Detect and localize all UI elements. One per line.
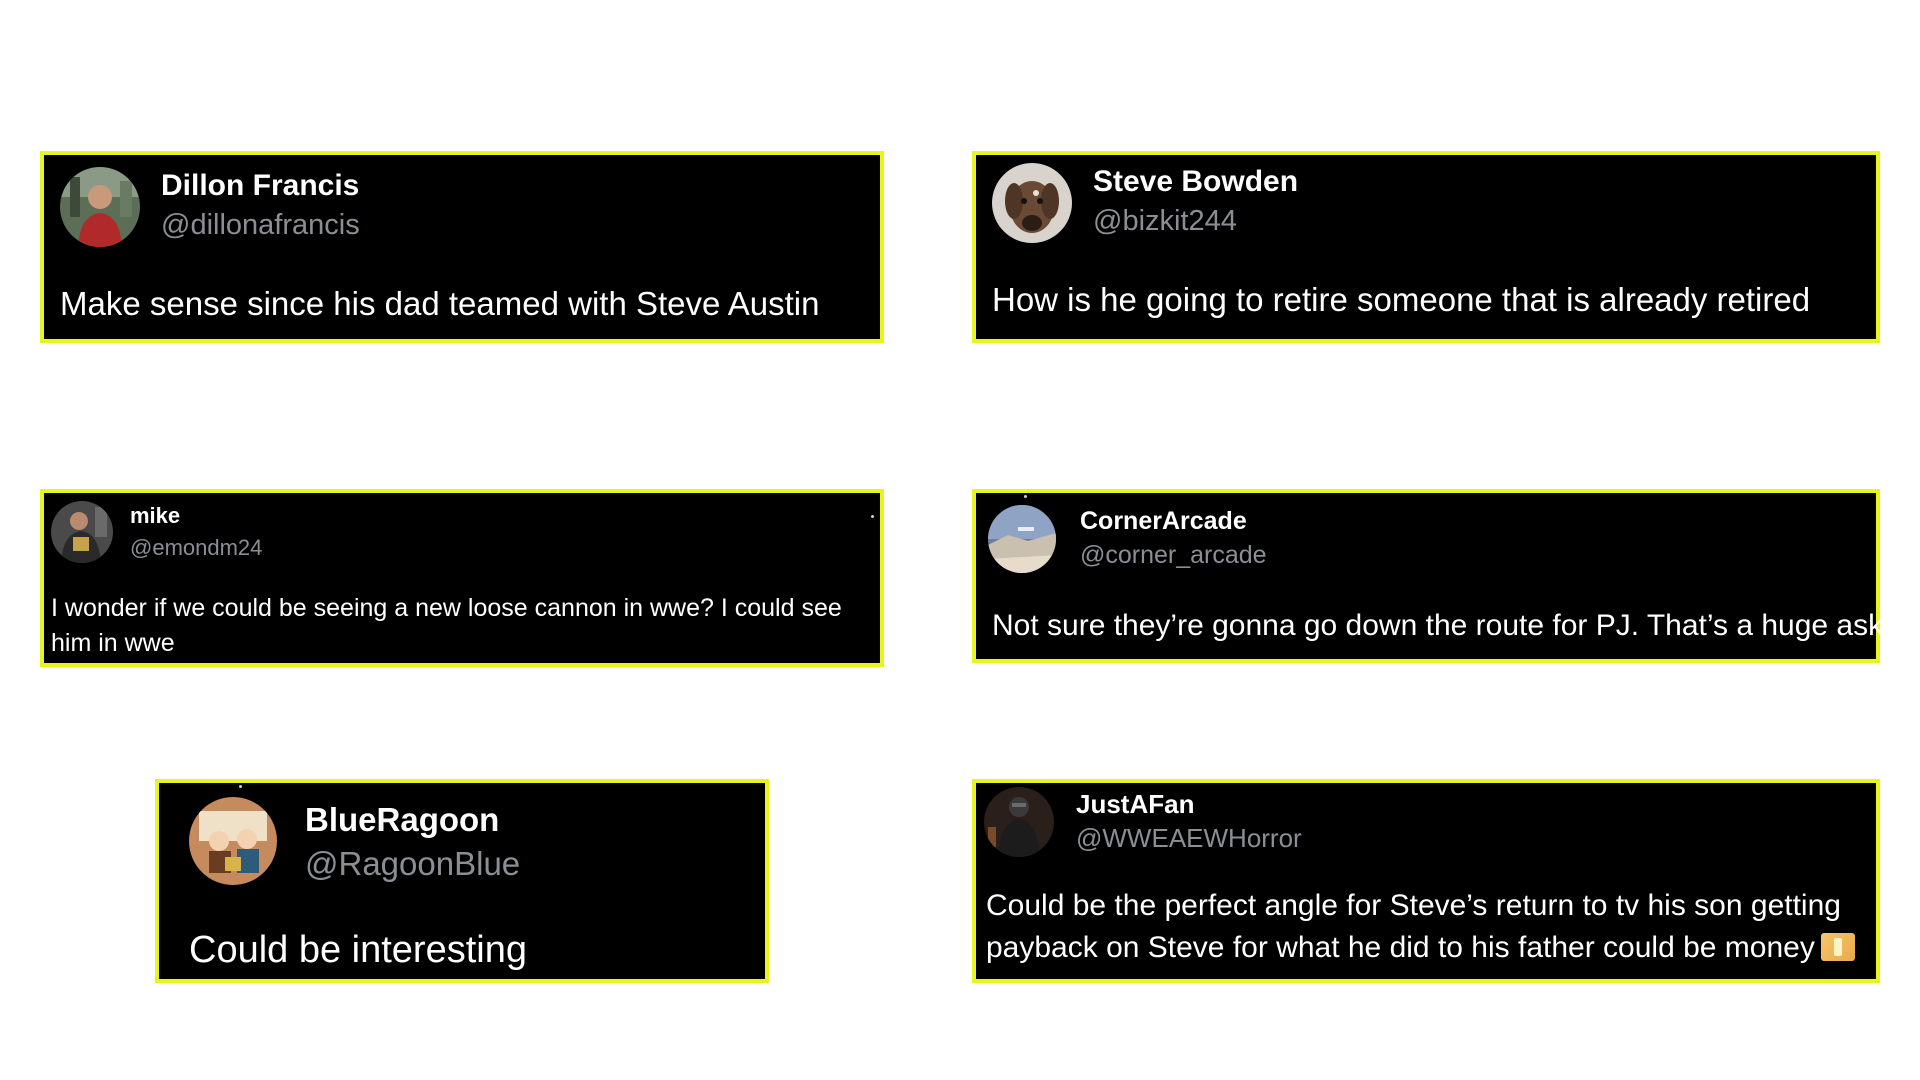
- profile-photo-icon: [60, 167, 140, 247]
- user-handle[interactable]: @bizkit244: [1093, 205, 1237, 238]
- profile-photo-icon: [992, 163, 1072, 243]
- profile-photo-icon: [51, 501, 113, 563]
- avatar[interactable]: [189, 797, 277, 885]
- tweet-card-mike[interactable]: mike @emondm24 I wonder if we could be s…: [40, 489, 884, 667]
- tweet-text: Make sense since his dad teamed with Ste…: [60, 285, 820, 322]
- user-handle[interactable]: @WWEAEWHorror: [1076, 823, 1302, 854]
- user-handle[interactable]: @emondm24: [130, 535, 262, 561]
- tweet-text-container: Could be the perfect angle for Steve’s r…: [986, 885, 1876, 969]
- tweet-text: Could be interesting: [189, 929, 527, 971]
- display-name[interactable]: Dillon Francis: [161, 169, 359, 203]
- tweet-text: How is he going to retire someone that i…: [992, 281, 1811, 318]
- display-name[interactable]: mike: [130, 503, 180, 529]
- more-options-dot-icon: [871, 515, 874, 518]
- tweet-text: I wonder if we could be seeing a new loo…: [51, 594, 842, 657]
- tweet-card-blue-ragoon[interactable]: BlueRagoon @RagoonBlue Could be interest…: [155, 779, 769, 983]
- tweet-text: Not sure they’re gonna go down the route…: [992, 609, 1884, 642]
- profile-photo-icon: [984, 787, 1054, 857]
- user-handle[interactable]: @dillonafrancis: [161, 209, 360, 242]
- avatar[interactable]: [51, 501, 113, 563]
- decorative-dot-icon: [1024, 495, 1027, 498]
- user-handle[interactable]: @corner_arcade: [1080, 541, 1267, 570]
- avatar[interactable]: [984, 787, 1054, 857]
- profile-photo-icon: [189, 797, 277, 885]
- tweet-card-corner-arcade[interactable]: CornerArcade @corner_arcade Not sure the…: [972, 489, 1884, 663]
- display-name[interactable]: BlueRagoon: [305, 801, 499, 839]
- avatar[interactable]: [992, 163, 1072, 243]
- display-name[interactable]: Steve Bowden: [1093, 165, 1298, 199]
- tweet-card-dillon-francis[interactable]: Dillon Francis @dillonafrancis Make sens…: [40, 151, 884, 343]
- user-handle[interactable]: @RagoonBlue: [305, 845, 520, 883]
- tweet-card-just-a-fan[interactable]: JustAFan @WWEAEWHorror Could be the perf…: [972, 779, 1880, 983]
- profile-photo-icon: [988, 505, 1056, 573]
- avatar[interactable]: [60, 167, 140, 247]
- display-name[interactable]: JustAFan: [1076, 789, 1194, 820]
- tweet-card-steve-bowden[interactable]: Steve Bowden @bizkit244 How is he going …: [972, 151, 1880, 343]
- display-name[interactable]: CornerArcade: [1080, 507, 1247, 536]
- money-emoji-icon: [1820, 933, 1855, 961]
- tweet-text: Could be the perfect angle for Steve’s r…: [986, 889, 1841, 964]
- decorative-dot-icon: [239, 785, 242, 788]
- avatar[interactable]: [988, 505, 1056, 573]
